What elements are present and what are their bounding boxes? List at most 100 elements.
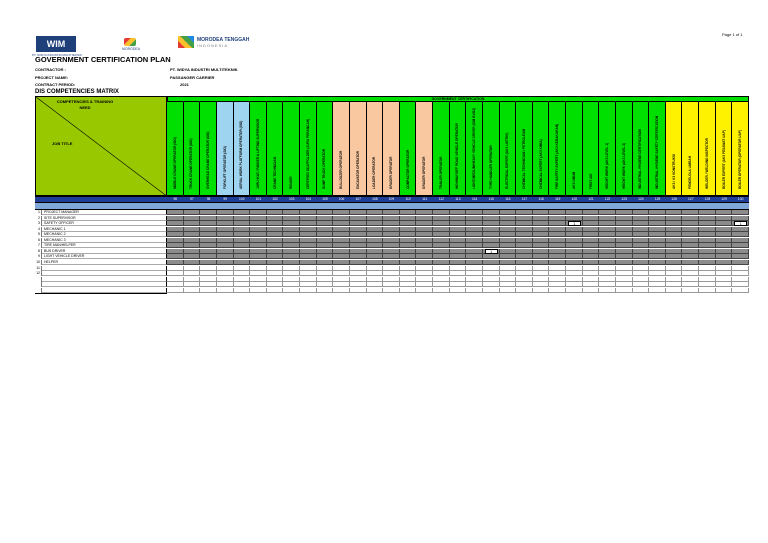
matrix-cell [499,276,517,282]
column-header-label: MOBILE CRANE OPERATOR (SIO) [172,137,177,189]
matrix-cell [699,265,716,271]
matrix-cell [433,259,450,265]
matrix-cell [699,271,716,277]
matrix-cell [682,232,700,238]
column-number: 99 [223,197,228,201]
matrix-cell [300,226,317,232]
matrix-cell [266,226,284,232]
column-number: 103 [288,197,295,201]
matrix-cell [532,243,550,249]
matrix-cell [283,276,301,282]
matrix-cell [482,271,500,277]
matrix-cell [466,254,483,260]
matrix-cell [399,259,417,265]
column-number: 119 [555,197,561,201]
matrix-cell [216,265,234,271]
matrix-cell [632,232,650,238]
matrix-cell [349,271,367,277]
matrix-cell [250,210,267,215]
matrix-cell [366,237,384,243]
matrix-cell [549,215,567,221]
matrix-cell [615,282,633,288]
row-number: 7 [35,243,42,249]
matrix-cell [516,221,533,227]
matrix-cell [383,226,400,232]
matrix-cell [316,210,334,215]
matrix-cell [449,226,467,232]
matrix-cell [349,248,367,254]
matrix-cell [715,287,733,293]
matrix-cell [665,282,683,288]
matrix-cell [316,276,334,282]
matrix-cell [250,232,267,238]
matrix-cell [167,232,184,238]
column-header: TRUCK CRANE OPERATOR (SIO) [183,102,201,196]
matrix-cell [665,265,683,271]
row-number: 1 [35,210,42,215]
column-number: 120 [571,197,578,201]
row-job-title: MECHANIC 2 [42,232,167,238]
matrix-cell [649,215,666,221]
matrix-cell [283,282,301,288]
matrix-cell [649,221,666,227]
matrix-cell [699,221,716,227]
matrix-cell [632,226,650,232]
matrix-cell [682,271,700,277]
column-header-label: WELDER / WELDING INSPECTOR [704,138,709,189]
matrix-cell [715,271,733,277]
matrix-cell [167,210,184,215]
blue-separator-row [35,203,749,210]
matrix-cell [516,226,533,232]
matrix-cell [715,232,733,238]
matrix-cell [383,243,400,249]
matrix-cell [316,221,334,227]
matrix-cell [300,243,317,249]
matrix-cell [183,232,201,238]
matrix-cell [333,237,350,243]
matrix-cell [582,232,600,238]
matrix-cell [615,254,633,260]
matrix-cell [433,210,450,215]
matrix-cell [532,254,550,260]
matrix-cell [300,237,317,243]
matrix-cell [665,271,683,277]
matrix-cell [566,237,583,243]
matrix-cell [466,271,483,277]
matrix-cell [482,276,500,282]
matrix-cell [333,215,350,221]
matrix-cell [416,271,434,277]
row-job-title: PROJECT MANAGER [42,210,167,215]
matrix-cell [366,287,384,293]
column-header: WELDER / WELDING INSPECTOR [699,102,716,196]
matrix-cell [167,237,184,243]
matrix-cell [499,287,517,293]
project-value: PASSANGER CARRIER [170,75,215,80]
matrix-cell [715,243,733,249]
matrix-cell [383,210,400,215]
matrix-cell [466,276,483,282]
matrix-cell [266,248,284,254]
table-row: 2 SITE SUPERVISOR [35,215,749,221]
matrix-cell [632,259,650,265]
number-bar-left [35,196,167,203]
column-number: 106 [338,197,345,201]
column-number: 104 [305,197,312,201]
matrix-cell [349,259,367,265]
matrix-cell [682,210,700,215]
matrix-cell [649,237,666,243]
matrix-cell [699,243,716,249]
matrix-cell [183,210,201,215]
job-title-heading: JOB TITLE [52,141,73,146]
matrix-cell [399,243,417,249]
matrix-cell [682,287,700,293]
column-header-label: TRAILER OPERATOR [438,156,443,189]
matrix-cell [300,271,317,277]
matrix-cell [433,282,450,288]
table-row [35,282,749,288]
matrix-cell [732,237,749,243]
matrix-cell [200,271,217,277]
right-logo-subtext: INDONESIA [197,43,229,48]
matrix-cell [283,226,301,232]
period-label: CONTRACT PERIOD: [35,82,76,87]
row-job-title [42,271,167,277]
